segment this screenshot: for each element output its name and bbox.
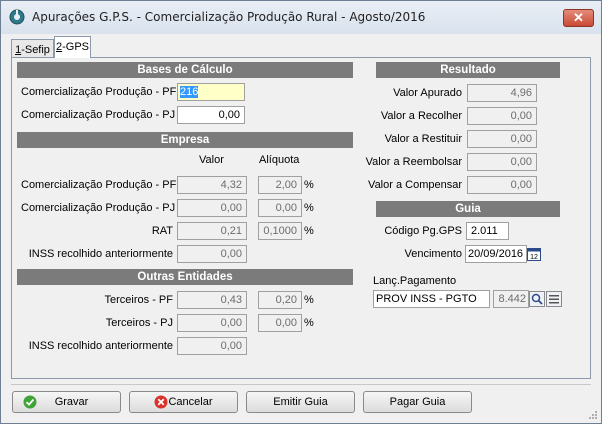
- empresa-rat-pct: %: [304, 225, 314, 237]
- empresa-pf-valor: 4,32: [177, 176, 247, 194]
- empresa-col-valor: Valor: [199, 154, 224, 166]
- bases-pf-input[interactable]: 216: [177, 83, 245, 101]
- guia-vencimento-input[interactable]: 20/09/2016: [465, 245, 527, 263]
- empresa-rat-aliquota: 0,1000: [258, 222, 302, 240]
- resultado-compensar-value: 0,00: [467, 176, 537, 194]
- bases-header: Bases de Cálculo: [17, 62, 353, 78]
- cancelar-button[interactable]: Cancelar: [129, 391, 238, 413]
- resultado-apurado-label: Valor Apurado: [393, 87, 462, 99]
- resultado-restituir-label: Valor a Restituir: [384, 133, 462, 145]
- search-icon[interactable]: [529, 291, 545, 307]
- outras-header: Outras Entidades: [17, 269, 353, 285]
- emitir-guia-label: Emitir Guia: [273, 396, 328, 408]
- empresa-pj-aliquota: 0,00: [258, 199, 302, 217]
- gravar-label: Gravar: [54, 396, 89, 408]
- bases-pj-input[interactable]: 0,00: [177, 106, 245, 124]
- guia-header: Guia: [376, 201, 560, 217]
- outras-pf-valor: 0,43: [177, 291, 247, 309]
- window-title: Apurações G.P.S. - Comercialização Produ…: [32, 10, 426, 24]
- empresa-pf-aliquota: 2,00: [258, 176, 302, 194]
- close-icon: ✕: [573, 10, 584, 25]
- calendar-icon[interactable]: 12: [527, 247, 541, 261]
- bottom-separator: [11, 384, 591, 385]
- resultado-restituir-value: 0,00: [467, 130, 537, 148]
- outras-pj-label: Terceiros - PJ: [105, 317, 173, 329]
- title-bar[interactable]: Apurações G.P.S. - Comercialização Produ…: [1, 1, 601, 34]
- list-icon[interactable]: [546, 291, 562, 307]
- resultado-compensar-label: Valor a Compensar: [368, 179, 462, 191]
- gps-window: Apurações G.P.S. - Comercialização Produ…: [0, 0, 602, 424]
- pagar-guia-button[interactable]: Pagar Guia: [363, 391, 472, 413]
- tab-sefip[interactable]: 1-Sefip: [11, 39, 54, 59]
- close-button[interactable]: ✕: [563, 9, 594, 27]
- empresa-pj-pct: %: [304, 202, 314, 214]
- empresa-pf-label: Comercialização Produção - PF: [21, 179, 177, 191]
- empresa-inss-label: INSS recolhido anteriormente: [28, 248, 173, 260]
- cancel-icon: [154, 395, 168, 409]
- resultado-reembolsar-label: Valor a Reembolsar: [365, 156, 462, 168]
- empresa-pj-valor: 0,00: [177, 199, 247, 217]
- check-icon: [23, 395, 37, 409]
- outras-pj-valor: 0,00: [177, 314, 247, 332]
- calendar-day: 12: [530, 254, 538, 261]
- resultado-recolher-value: 0,00: [467, 107, 537, 125]
- emitir-guia-button[interactable]: Emitir Guia: [246, 391, 355, 413]
- outras-pf-aliquota: 0,20: [258, 291, 302, 309]
- resultado-reembolsar-value: 0,00: [467, 153, 537, 171]
- resultado-header: Resultado: [376, 62, 560, 78]
- outras-inss-valor: 0,00: [177, 337, 247, 355]
- outras-inss-label: INSS recolhido anteriormente: [28, 340, 173, 352]
- empresa-col-aliquota: Alíquota: [259, 154, 300, 166]
- bases-pj-label: Comercialização Produção - PJ: [21, 109, 176, 121]
- guia-codigo-input[interactable]: 2.011: [466, 222, 509, 240]
- guia-lanc-label: Lanç.Pagamento: [373, 275, 457, 287]
- tab-gps-label: -GPS: [62, 41, 90, 53]
- pagar-guia-label: Pagar Guia: [389, 396, 446, 408]
- resultado-recolher-label: Valor a Recolher: [380, 110, 462, 122]
- resultado-apurado-value: 4,96: [467, 84, 537, 102]
- app-icon: [9, 9, 25, 25]
- empresa-rat-valor: 0,21: [177, 222, 247, 240]
- empresa-header: Empresa: [17, 132, 353, 148]
- outras-pj-aliquota: 0,00: [258, 314, 302, 332]
- guia-lanc-code[interactable]: 8.442: [493, 290, 529, 308]
- resize-grip-icon[interactable]: [588, 410, 598, 420]
- empresa-inss-valor: 0,00: [177, 245, 247, 263]
- guia-codigo-label: Código Pg.GPS: [384, 225, 462, 237]
- empresa-pf-pct: %: [304, 179, 314, 191]
- bases-pf-label: Comercialização Produção - PF: [21, 86, 177, 98]
- guia-vencimento-label: Vencimento: [404, 248, 462, 260]
- gravar-button[interactable]: Gravar: [12, 391, 121, 413]
- outras-pj-pct: %: [304, 317, 314, 329]
- empresa-pj-label: Comercialização Produção - PJ: [21, 202, 176, 214]
- bases-pf-value: 216: [180, 86, 199, 98]
- tab-sefip-label: -Sefip: [21, 44, 50, 56]
- outras-pf-pct: %: [304, 294, 314, 306]
- tab-gps[interactable]: 2-GPS: [54, 36, 91, 58]
- guia-lanc-desc[interactable]: PROV INSS - PGTO: [373, 290, 490, 308]
- outras-pf-label: Terceiros - PF: [104, 294, 173, 306]
- empresa-rat-label: RAT: [151, 225, 173, 237]
